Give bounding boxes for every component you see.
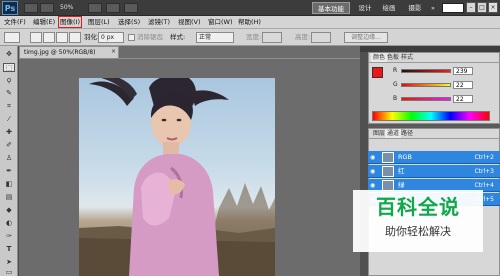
channel-shortcut: Ctrl+3: [474, 168, 494, 175]
tab-separator: [19, 58, 360, 59]
height-input[interactable]: [311, 32, 331, 43]
feather-input[interactable]: 0 px: [98, 32, 124, 43]
eye-icon[interactable]: ◉: [370, 168, 378, 175]
options-bar: 羽化: 0 px 消除锯齿 样式: 正常 宽度: 高度: 调整边缘...: [0, 29, 500, 46]
color-panel: 颜色 色板 样式 R 239 G 22 B 22: [368, 52, 500, 124]
workspace-photo-button[interactable]: 摄影: [404, 2, 426, 14]
watermark-title: 百科全说: [376, 195, 460, 219]
blur-tool-icon[interactable]: ◆: [3, 206, 15, 215]
channel-g-slider[interactable]: [401, 83, 451, 87]
channel-b-label: B: [393, 95, 398, 102]
shape-tool-icon[interactable]: ▭: [3, 268, 15, 276]
style-label: 样式:: [170, 33, 186, 41]
close-icon[interactable]: ×: [488, 2, 498, 13]
menu-layer[interactable]: 图层(L): [88, 16, 110, 29]
history-brush-tool-icon[interactable]: ✒: [3, 167, 15, 176]
subtract-selection-icon[interactable]: [56, 32, 68, 43]
channel-g-label: G: [393, 81, 398, 88]
hand-view-button[interactable]: [88, 3, 102, 13]
gradient-tool-icon[interactable]: ▤: [3, 193, 15, 202]
dodge-tool-icon[interactable]: ◐: [3, 219, 15, 228]
tab-styles[interactable]: 样式: [399, 53, 415, 62]
marquee-tool-icon[interactable]: ⬚: [3, 63, 15, 72]
menu-image[interactable]: 图像(I): [58, 16, 82, 28]
tool-preset-picker[interactable]: [4, 32, 20, 43]
channel-name: RGB: [398, 153, 413, 161]
intersect-selection-icon[interactable]: [69, 32, 81, 43]
eye-icon[interactable]: ◉: [370, 154, 378, 161]
app-title-bar: Ps 50% 基本功能 设计 绘画 摄影 » – □ ×: [0, 0, 500, 16]
channel-row-rgb[interactable]: ◉ RGB Ctrl+2: [368, 151, 500, 164]
photo-illustration: [79, 78, 275, 276]
width-label: 宽度:: [246, 33, 262, 41]
crop-tool-icon[interactable]: ⌗: [3, 102, 15, 111]
clone-stamp-tool-icon[interactable]: ♙: [3, 154, 15, 163]
workspace-basic-button[interactable]: 基本功能: [312, 2, 350, 14]
menu-select[interactable]: 选择(S): [118, 16, 140, 29]
menu-help[interactable]: 帮助(H): [238, 16, 261, 29]
channel-thumbnail: [382, 166, 394, 177]
channel-b-input[interactable]: 22: [453, 95, 473, 103]
channel-name: 红: [398, 167, 405, 175]
arrange-documents-button[interactable]: [106, 3, 120, 13]
height-label: 高度:: [295, 33, 311, 41]
photoshop-logo: Ps: [2, 1, 18, 15]
channel-row-red[interactable]: ◉ 红 Ctrl+3: [368, 165, 500, 178]
new-selection-icon[interactable]: [30, 32, 42, 43]
panel-divider: [369, 138, 500, 139]
antialias-label: 消除锯齿: [137, 33, 163, 41]
healing-brush-tool-icon[interactable]: ✚: [3, 128, 15, 137]
menu-filter[interactable]: 滤镜(T): [148, 16, 170, 29]
watermark-subtitle: 助你轻松解决: [385, 225, 451, 238]
screen-mode-button[interactable]: [124, 3, 138, 13]
add-selection-icon[interactable]: [43, 32, 55, 43]
refine-edge-button[interactable]: 调整边缘...: [344, 32, 388, 43]
menu-edit[interactable]: 编辑(E): [33, 16, 55, 29]
zoom-dropdown[interactable]: 50%: [60, 2, 84, 14]
move-tool-icon[interactable]: ✥: [3, 50, 15, 59]
antialias-checkbox[interactable]: [128, 34, 135, 41]
workspace-more-button[interactable]: »: [428, 2, 438, 14]
quick-select-tool-icon[interactable]: ✎: [3, 89, 15, 98]
tab-paths[interactable]: 路径: [399, 129, 415, 138]
channel-r-slider[interactable]: [401, 69, 451, 73]
pen-tool-icon[interactable]: ✑: [3, 232, 15, 241]
workspace-paint-button[interactable]: 绘画: [378, 2, 400, 14]
channel-r-input[interactable]: 239: [453, 67, 473, 75]
tools-panel: ✥ ⬚ ϙ ✎ ⌗ ⁄ ✚ ✐ ♙ ✒ ◧ ▤ ◆ ◐ ✑ T ➤ ▭: [0, 46, 18, 276]
feather-label: 羽化:: [84, 33, 100, 41]
channel-thumbnail: [382, 152, 394, 163]
lasso-tool-icon[interactable]: ϙ: [3, 76, 15, 85]
foreground-color-swatch[interactable]: [372, 67, 383, 78]
channel-r-label: R: [393, 67, 398, 74]
color-ramp[interactable]: [372, 111, 490, 121]
eraser-tool-icon[interactable]: ◧: [3, 180, 15, 189]
eyedropper-tool-icon[interactable]: ⁄: [3, 115, 15, 124]
menu-window[interactable]: 窗口(W): [208, 16, 233, 29]
menu-bar: 文件(F) 编辑(E) 图像(I) 图层(L) 选择(S) 滤镜(T) 视图(V…: [0, 16, 500, 29]
menu-view[interactable]: 视图(V): [178, 16, 201, 29]
menu-file[interactable]: 文件(F): [4, 16, 26, 29]
brush-tool-icon[interactable]: ✐: [3, 141, 15, 150]
minibridge-button[interactable]: [40, 3, 54, 13]
minimize-icon[interactable]: –: [466, 2, 476, 13]
panel-divider: [369, 62, 500, 63]
watermark: 百科全说 助你轻松解决: [353, 190, 483, 252]
eye-icon[interactable]: ◉: [370, 182, 378, 189]
type-tool-icon[interactable]: T: [3, 245, 15, 254]
close-document-icon[interactable]: ×: [111, 48, 118, 56]
bridge-button[interactable]: [24, 3, 38, 13]
width-input[interactable]: [262, 32, 282, 43]
workspace-design-button[interactable]: 设计: [355, 2, 375, 14]
style-select[interactable]: 正常: [196, 32, 234, 43]
restore-icon[interactable]: □: [477, 2, 487, 13]
search-input[interactable]: [442, 3, 464, 13]
channel-shortcut: Ctrl+2: [474, 154, 494, 161]
path-selection-tool-icon[interactable]: ➤: [3, 258, 15, 267]
channel-g-input[interactable]: 22: [453, 81, 473, 89]
document-photo[interactable]: [79, 78, 275, 276]
channel-b-slider[interactable]: [401, 97, 451, 101]
